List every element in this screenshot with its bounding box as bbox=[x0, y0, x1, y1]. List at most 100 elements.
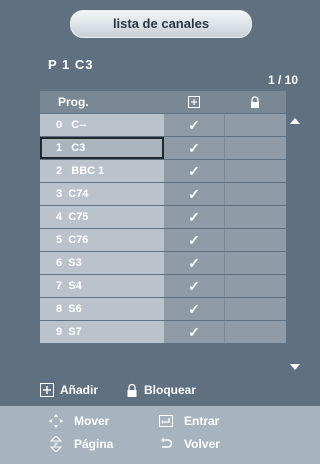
return-arrow-icon bbox=[158, 437, 174, 451]
lock-cell[interactable] bbox=[224, 275, 286, 297]
channel-name: BBC 1 bbox=[71, 165, 105, 177]
lock-cell[interactable] bbox=[224, 114, 286, 136]
added-cell[interactable]: ✓ bbox=[164, 298, 224, 320]
lock-cell[interactable] bbox=[224, 160, 286, 182]
channel-name: C75 bbox=[68, 211, 89, 223]
scroll-up-arrow-icon[interactable] bbox=[290, 118, 300, 124]
channel-number: 3 bbox=[56, 188, 63, 200]
channel-cell[interactable]: 6 S3 bbox=[40, 252, 164, 274]
legend-add-label: Añadir bbox=[60, 383, 99, 397]
channel-name: C-- bbox=[71, 119, 87, 131]
column-header-add bbox=[164, 91, 224, 113]
check-icon: ✓ bbox=[188, 185, 200, 202]
channel-cell[interactable]: 0 C-- bbox=[40, 114, 164, 136]
channel-name: S3 bbox=[68, 257, 82, 269]
channel-name: C3 bbox=[71, 142, 86, 154]
channel-cell[interactable]: 8 S6 bbox=[40, 298, 164, 320]
current-program-status: P 1 C3 bbox=[48, 57, 94, 72]
footer-enter: Entrar bbox=[158, 414, 268, 428]
lock-cell[interactable] bbox=[224, 183, 286, 205]
plus-box-icon bbox=[40, 383, 54, 397]
legend-lock-label: Bloquear bbox=[144, 383, 197, 397]
added-cell[interactable]: ✓ bbox=[164, 160, 224, 182]
lock-cell[interactable] bbox=[224, 229, 286, 251]
table-row[interactable]: 6 S3 ✓ bbox=[40, 252, 286, 274]
legend-add: Añadir bbox=[40, 383, 98, 397]
footer-back: Volver bbox=[158, 436, 268, 452]
footer-page-label: Página bbox=[74, 437, 114, 451]
channel-number: 2 bbox=[56, 165, 63, 177]
table-row[interactable]: 3 C74 ✓ bbox=[40, 183, 286, 205]
lock-cell[interactable] bbox=[224, 206, 286, 228]
check-icon: ✓ bbox=[188, 208, 200, 225]
column-header-prog: Prog. bbox=[58, 95, 89, 109]
menu-title: lista de canales bbox=[70, 10, 252, 38]
page-indicator: 1 / 10 bbox=[267, 73, 298, 87]
added-cell[interactable]: ✓ bbox=[164, 229, 224, 251]
channel-cell[interactable]: 7 S4 bbox=[40, 275, 164, 297]
channel-cell[interactable]: 4 C75 bbox=[40, 206, 164, 228]
channel-cell[interactable]: 5 C76 bbox=[40, 229, 164, 251]
table-row-selected[interactable]: 1 C3 ✓ bbox=[40, 137, 286, 159]
legend-lock: Bloquear bbox=[126, 383, 196, 397]
padlock-icon bbox=[127, 383, 137, 397]
added-cell[interactable]: ✓ bbox=[164, 252, 224, 274]
added-cell[interactable]: ✓ bbox=[164, 114, 224, 136]
channel-list-screen: lista de canales P 1 C3 1 / 10 Prog. 0 C bbox=[0, 0, 320, 464]
check-icon: ✓ bbox=[188, 323, 200, 340]
check-icon: ✓ bbox=[188, 231, 200, 248]
table-row[interactable]: 0 C-- ✓ bbox=[40, 114, 286, 136]
plus-box-icon bbox=[188, 96, 200, 108]
table-row[interactable]: 8 S6 ✓ bbox=[40, 298, 286, 320]
column-header-lock bbox=[224, 91, 286, 113]
check-icon: ✓ bbox=[188, 139, 200, 156]
page-up-down-icon: P bbox=[48, 436, 64, 452]
lock-cell[interactable] bbox=[224, 252, 286, 274]
table-row[interactable]: 2 BBC 1 ✓ bbox=[40, 160, 286, 182]
table-header: Prog. bbox=[40, 91, 286, 113]
channel-number: 6 bbox=[56, 257, 63, 269]
added-cell[interactable]: ✓ bbox=[164, 137, 224, 159]
channel-number: 1 bbox=[56, 142, 63, 154]
channel-name: S6 bbox=[68, 303, 82, 315]
channel-cell[interactable]: 1 C3 bbox=[40, 137, 164, 159]
table-row[interactable]: 4 C75 ✓ bbox=[40, 206, 286, 228]
table-row[interactable]: 9 S7 ✓ bbox=[40, 321, 286, 343]
footer-grid: Mover Entrar P Página Volver bbox=[48, 414, 278, 452]
check-icon: ✓ bbox=[188, 116, 200, 133]
check-icon: ✓ bbox=[188, 277, 200, 294]
channel-number: 9 bbox=[56, 326, 63, 338]
channel-name: C74 bbox=[68, 188, 89, 200]
channel-number: 0 bbox=[56, 119, 63, 131]
added-cell[interactable]: ✓ bbox=[164, 321, 224, 343]
scroll-down-arrow-icon[interactable] bbox=[290, 364, 300, 370]
channel-name: S4 bbox=[68, 280, 82, 292]
channel-number: 5 bbox=[56, 234, 63, 246]
channel-number: 7 bbox=[56, 280, 63, 292]
table-row[interactable]: 5 C76 ✓ bbox=[40, 229, 286, 251]
lock-cell[interactable] bbox=[224, 298, 286, 320]
svg-text:P: P bbox=[54, 443, 58, 449]
check-icon: ✓ bbox=[188, 300, 200, 317]
added-cell[interactable]: ✓ bbox=[164, 206, 224, 228]
channel-name: C76 bbox=[68, 234, 89, 246]
lock-cell[interactable] bbox=[224, 137, 286, 159]
channel-cell[interactable]: 3 C74 bbox=[40, 183, 164, 205]
legend: Añadir Bloquear bbox=[40, 380, 290, 400]
footer-page: P Página bbox=[48, 436, 158, 452]
footer-move: Mover bbox=[48, 414, 158, 428]
added-cell[interactable]: ✓ bbox=[164, 275, 224, 297]
channel-number: 4 bbox=[56, 211, 63, 223]
padlock-icon bbox=[251, 96, 259, 108]
lock-cell[interactable] bbox=[224, 321, 286, 343]
table-row[interactable]: 7 S4 ✓ bbox=[40, 275, 286, 297]
channel-name: S7 bbox=[68, 326, 82, 338]
channel-number: 8 bbox=[56, 303, 63, 315]
added-cell[interactable]: ✓ bbox=[164, 183, 224, 205]
check-icon: ✓ bbox=[188, 254, 200, 271]
check-icon: ✓ bbox=[188, 162, 200, 179]
channel-cell[interactable]: 9 S7 bbox=[40, 321, 164, 343]
enter-icon bbox=[158, 415, 174, 427]
channel-cell[interactable]: 2 BBC 1 bbox=[40, 160, 164, 182]
channel-table: Prog. 0 C-- ✓ 1 C3 ✓ 2 BBC 1 ✓ 3 C74 ✓ 4… bbox=[40, 91, 286, 343]
